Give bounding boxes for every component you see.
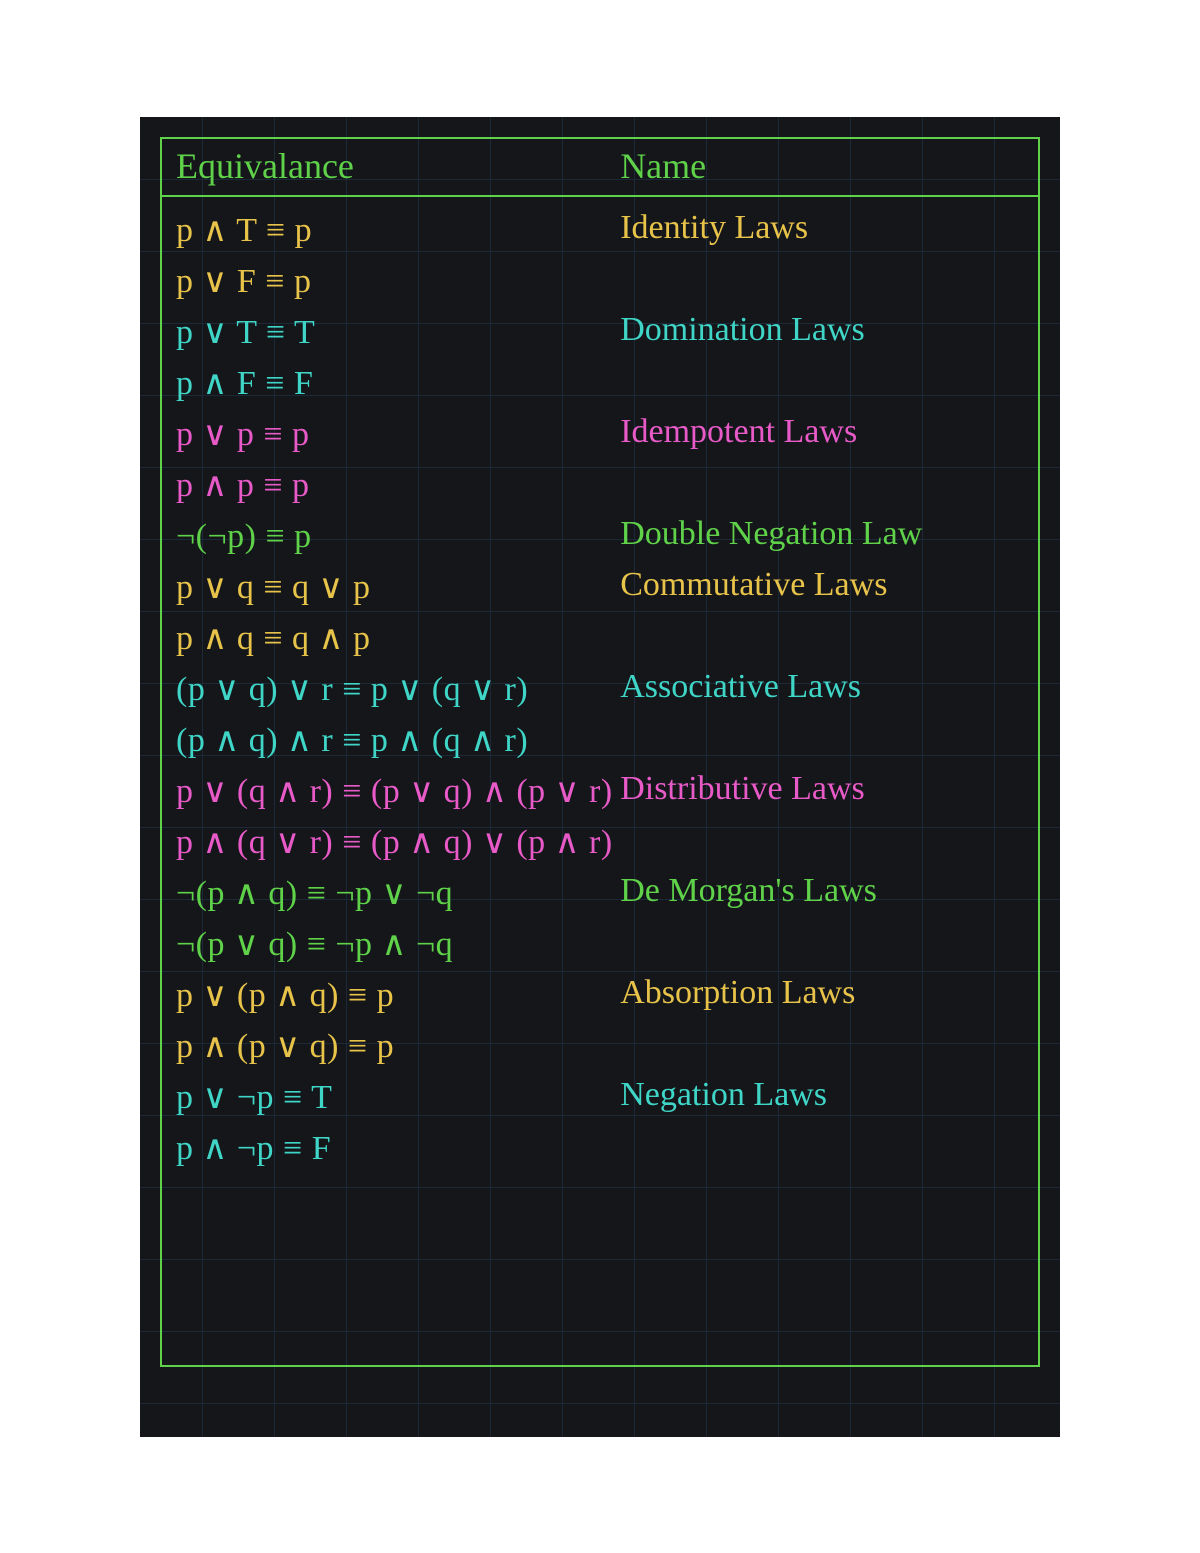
law-name: Double Negation Law (620, 511, 1024, 553)
law-name: Domination Laws (620, 307, 1024, 349)
law-formula: p ∨ p ≡ p (176, 409, 620, 460)
note-page: Equivalance Name p ∧ T ≡ p p ∨ F ≡ p Ide… (140, 117, 1060, 1437)
law-formula: ¬(p ∨ q) ≡ ¬p ∧ ¬q (176, 919, 620, 970)
law-row-commutative: p ∨ q ≡ q ∨ p p ∧ q ≡ q ∧ p Commutative … (176, 562, 1024, 664)
law-formula: (p ∧ q) ∧ r ≡ p ∧ (q ∧ r) (176, 715, 620, 766)
law-formula: p ∧ (q ∨ r) ≡ (p ∧ q) ∨ (p ∧ r) (176, 817, 620, 868)
law-row-demorgan: ¬(p ∧ q) ≡ ¬p ∨ ¬q ¬(p ∨ q) ≡ ¬p ∧ ¬q De… (176, 868, 1024, 970)
law-equiv: p ∨ (p ∧ q) ≡ p p ∧ (p ∨ q) ≡ p (176, 970, 620, 1072)
law-formula: p ∨ ¬p ≡ T (176, 1072, 620, 1123)
law-formula: p ∧ T ≡ p (176, 205, 620, 256)
law-formula: ¬(p ∧ q) ≡ ¬p ∨ ¬q (176, 868, 620, 919)
header-equivalence: Equivalance (176, 145, 620, 187)
law-equiv: p ∨ q ≡ q ∨ p p ∧ q ≡ q ∧ p (176, 562, 620, 664)
law-formula: p ∧ (p ∨ q) ≡ p (176, 1021, 620, 1072)
law-equiv: p ∨ (q ∧ r) ≡ (p ∨ q) ∧ (p ∨ r) p ∧ (q ∨… (176, 766, 620, 868)
law-row-idempotent: p ∨ p ≡ p p ∧ p ≡ p Idempotent Laws (176, 409, 1024, 511)
law-formula: p ∨ (p ∧ q) ≡ p (176, 970, 620, 1021)
law-formula: p ∧ ¬p ≡ F (176, 1123, 620, 1174)
table-body: p ∧ T ≡ p p ∨ F ≡ p Identity Laws p ∨ T … (162, 197, 1038, 1365)
law-formula: p ∨ q ≡ q ∨ p (176, 562, 620, 613)
law-equiv: p ∨ p ≡ p p ∧ p ≡ p (176, 409, 620, 511)
law-formula: ¬(¬p) ≡ p (176, 511, 620, 562)
law-formula: p ∨ F ≡ p (176, 256, 620, 307)
law-row-identity: p ∧ T ≡ p p ∨ F ≡ p Identity Laws (176, 205, 1024, 307)
law-equiv: ¬(¬p) ≡ p (176, 511, 620, 562)
law-name: Distributive Laws (620, 766, 1024, 808)
law-row-distributive: p ∨ (q ∧ r) ≡ (p ∨ q) ∧ (p ∨ r) p ∧ (q ∨… (176, 766, 1024, 868)
law-formula: p ∧ F ≡ F (176, 358, 620, 409)
law-name: Identity Laws (620, 205, 1024, 247)
law-name: Negation Laws (620, 1072, 1024, 1114)
table-header-row: Equivalance Name (162, 139, 1038, 197)
law-formula: p ∨ (q ∧ r) ≡ (p ∨ q) ∧ (p ∨ r) (176, 766, 620, 817)
header-name: Name (620, 145, 1024, 187)
law-equiv: ¬(p ∧ q) ≡ ¬p ∨ ¬q ¬(p ∨ q) ≡ ¬p ∧ ¬q (176, 868, 620, 970)
law-row-absorption: p ∨ (p ∧ q) ≡ p p ∧ (p ∨ q) ≡ p Absorpti… (176, 970, 1024, 1072)
law-equiv: p ∨ T ≡ T p ∧ F ≡ F (176, 307, 620, 409)
law-row-domination: p ∨ T ≡ T p ∧ F ≡ F Domination Laws (176, 307, 1024, 409)
law-name: De Morgan's Laws (620, 868, 1024, 910)
law-formula: p ∨ T ≡ T (176, 307, 620, 358)
law-row-associative: (p ∨ q) ∨ r ≡ p ∨ (q ∨ r) (p ∧ q) ∧ r ≡ … (176, 664, 1024, 766)
law-row-negation: p ∨ ¬p ≡ T p ∧ ¬p ≡ F Negation Laws (176, 1072, 1024, 1174)
law-name: Associative Laws (620, 664, 1024, 706)
law-name: Absorption Laws (620, 970, 1024, 1012)
law-name: Commutative Laws (620, 562, 1024, 604)
law-equiv: p ∧ T ≡ p p ∨ F ≡ p (176, 205, 620, 307)
law-formula: p ∧ p ≡ p (176, 460, 620, 511)
law-formula: (p ∨ q) ∨ r ≡ p ∨ (q ∨ r) (176, 664, 620, 715)
law-name: Idempotent Laws (620, 409, 1024, 451)
law-formula: p ∧ q ≡ q ∧ p (176, 613, 620, 664)
law-equiv: (p ∨ q) ∨ r ≡ p ∨ (q ∨ r) (p ∧ q) ∧ r ≡ … (176, 664, 620, 766)
law-row-double-negation: ¬(¬p) ≡ p Double Negation Law (176, 511, 1024, 562)
laws-table: Equivalance Name p ∧ T ≡ p p ∨ F ≡ p Ide… (160, 137, 1040, 1367)
law-equiv: p ∨ ¬p ≡ T p ∧ ¬p ≡ F (176, 1072, 620, 1174)
